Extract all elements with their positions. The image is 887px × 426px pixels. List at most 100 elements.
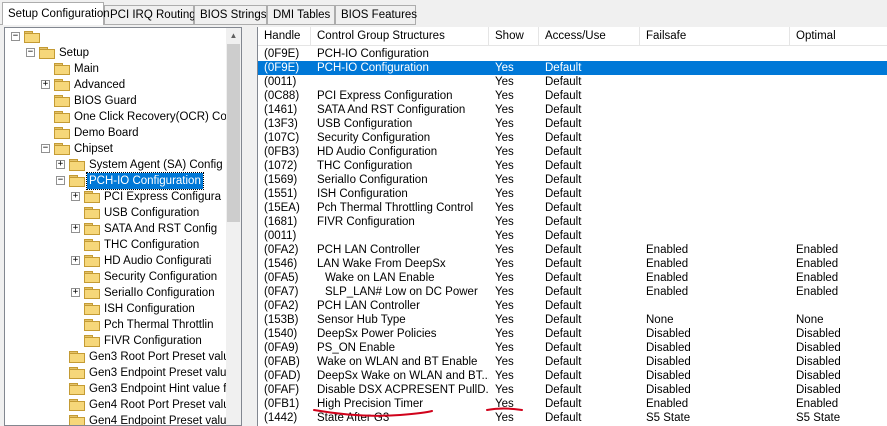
grid-row[interactable]: (1546) LAN Wake From DeepSx Yes Default Enab… xyxy=(258,257,887,271)
column-header-control-group-structures[interactable]: Control Group Structures xyxy=(311,27,489,45)
grid-row[interactable]: (107C) Security Configuration Yes Default xyxy=(258,131,887,145)
tree-node-label[interactable]: PCI Express Configura xyxy=(102,189,223,205)
tree-node-label[interactable]: FIVR Configuration xyxy=(102,333,204,349)
grid-row[interactable]: (153B) Sensor Hub Type Yes Default None None xyxy=(258,313,887,327)
tree-node-label[interactable]: Advanced xyxy=(72,77,127,93)
tree-node[interactable]: Gen3 Endpoint Preset value xyxy=(5,365,228,381)
grid-row[interactable]: (0FB1) High Precision Timer Yes Default Enab… xyxy=(258,397,887,411)
expand-icon[interactable]: + xyxy=(71,224,80,233)
tree-node[interactable]: − xyxy=(5,29,228,45)
tree-node[interactable]: ISH Configuration xyxy=(5,301,228,317)
tree-node-label[interactable]: Gen3 Root Port Preset value xyxy=(87,349,228,365)
grid-row[interactable]: (13F3) USB Configuration Yes Default xyxy=(258,117,887,131)
tree-node[interactable]: − PCH-IO Configuration xyxy=(5,172,228,190)
column-header-show[interactable]: Show xyxy=(489,27,539,45)
tree-node-label[interactable]: Main xyxy=(72,61,101,77)
tree-node-label[interactable]: One Click Recovery(OCR) Co xyxy=(72,109,228,125)
control-group-grid[interactable]: Handle Control Group Structures Show Acc… xyxy=(257,27,887,426)
tree-node[interactable]: Gen4 Endpoint Preset value xyxy=(5,413,228,425)
grid-row[interactable]: (15EA) Pch Thermal Throttling Control Yes D… xyxy=(258,201,887,215)
tree-node[interactable]: Main xyxy=(5,61,228,77)
grid-row[interactable]: (0FA7) SLP_LAN# Low on DC Power Yes Default… xyxy=(258,285,887,299)
column-header-handle[interactable]: Handle xyxy=(258,27,311,45)
tab-pci-irq-routing[interactable]: PCI IRQ Routing xyxy=(104,5,196,24)
tab-dmi-tables[interactable]: DMI Tables xyxy=(267,5,335,24)
tree-node[interactable]: Gen3 Root Port Preset value xyxy=(5,349,228,365)
tree-vertical-scrollbar[interactable]: ▲ xyxy=(226,28,241,425)
expand-icon[interactable]: + xyxy=(56,160,65,169)
grid-row[interactable]: (0FA2) PCH LAN Controller Yes Default Enable… xyxy=(258,243,887,257)
grid-row[interactable]: (1461) SATA And RST Configuration Yes Defau… xyxy=(258,103,887,117)
tree-node[interactable]: − Chipset xyxy=(5,141,228,157)
grid-row[interactable]: (1551) ISH Configuration Yes Default xyxy=(258,187,887,201)
tree-node[interactable]: + Advanced xyxy=(5,77,228,93)
grid-row[interactable]: (0C88) PCI Express Configuration Yes Defaul… xyxy=(258,89,887,103)
grid-row[interactable]: (0F9E) PCH-IO Configuration Yes Default xyxy=(258,61,887,75)
tree-node-label[interactable]: THC Configuration xyxy=(102,237,201,253)
tree-node-label[interactable]: Demo Board xyxy=(72,125,141,141)
tab-setup-configuration[interactable]: Setup Configuration xyxy=(2,2,110,25)
grid-row[interactable]: (0FA5) Wake on LAN Enable Yes Default Enable… xyxy=(258,271,887,285)
tree-node-label[interactable]: Chipset xyxy=(72,141,115,157)
tree-node[interactable]: + SerialIo Configuration xyxy=(5,285,228,301)
grid-row[interactable]: (0011) Yes Default xyxy=(258,229,887,243)
grid-row[interactable]: (1569) SerialIo Configuration Yes Default xyxy=(258,173,887,187)
collapse-icon[interactable]: − xyxy=(26,48,35,57)
tree-node[interactable]: Gen3 Endpoint Hint value for xyxy=(5,381,228,397)
scroll-up-icon[interactable]: ▲ xyxy=(226,28,241,43)
tree-node[interactable]: THC Configuration xyxy=(5,237,228,253)
tree-node-label[interactable]: BIOS Guard xyxy=(72,93,139,109)
collapse-icon[interactable]: − xyxy=(41,144,50,153)
tree-node[interactable]: Demo Board xyxy=(5,125,228,141)
tab-bios-strings[interactable]: BIOS Strings xyxy=(194,5,267,24)
tree-node-label[interactable]: USB Configuration xyxy=(102,205,201,221)
grid-row[interactable]: (0FAD) DeepSx Wake on WLAN and BT... Yes De… xyxy=(258,369,887,383)
tree-node-label[interactable]: Gen3 Endpoint Hint value for xyxy=(87,381,228,397)
tree-node-label[interactable]: Gen3 Endpoint Preset value xyxy=(87,365,228,381)
tree-node-label[interactable]: ISH Configuration xyxy=(102,301,197,317)
tree-node-label[interactable]: SerialIo Configuration xyxy=(102,285,217,301)
expand-icon[interactable]: + xyxy=(71,256,80,265)
tree-node[interactable]: + System Agent (SA) Config xyxy=(5,157,228,173)
grid-row[interactable]: (1681) FIVR Configuration Yes Default xyxy=(258,215,887,229)
tree-node[interactable]: Security Configuration xyxy=(5,269,228,285)
grid-row[interactable]: (0FA2) PCH LAN Controller Yes Default xyxy=(258,299,887,313)
column-header-failsafe[interactable]: Failsafe xyxy=(640,27,790,45)
tree-node[interactable]: − Setup xyxy=(5,45,228,61)
grid-row[interactable]: (0011) Yes Default xyxy=(258,75,887,89)
expand-icon[interactable]: + xyxy=(41,80,50,89)
tree-node-label[interactable]: Gen4 Root Port Preset value xyxy=(87,397,228,413)
tree-node[interactable]: + HD Audio Configurati xyxy=(5,253,228,269)
tree-node[interactable]: FIVR Configuration xyxy=(5,333,228,349)
tree-node[interactable]: USB Configuration xyxy=(5,205,228,221)
tree-node-label[interactable]: Pch Thermal Throttlin xyxy=(102,317,216,333)
tree-node[interactable]: + SATA And RST Config xyxy=(5,221,228,237)
expand-icon[interactable]: + xyxy=(71,288,80,297)
grid-row[interactable]: (0FAB) Wake on WLAN and BT Enable Yes Defau… xyxy=(258,355,887,369)
grid-row[interactable]: (1442) State After G3 Yes Default S5 State S5… xyxy=(258,411,887,425)
tree-node-label[interactable]: SATA And RST Config xyxy=(102,221,219,237)
tree-node-label[interactable]: PCH-IO Configuration xyxy=(86,172,204,190)
scrollbar-thumb[interactable] xyxy=(227,44,240,222)
grid-row[interactable]: (0F9E) PCH-IO Configuration xyxy=(258,47,887,61)
tree-node-label[interactable]: System Agent (SA) Config xyxy=(87,157,225,173)
grid-row[interactable]: (1540) DeepSx Power Policies Yes Default Dis… xyxy=(258,327,887,341)
tree-node[interactable]: Pch Thermal Throttlin xyxy=(5,317,228,333)
column-header-optimal[interactable]: Optimal xyxy=(790,27,887,45)
tree-node-label[interactable]: HD Audio Configurati xyxy=(102,253,213,269)
tree-node-label[interactable]: Setup xyxy=(57,45,91,61)
collapse-icon[interactable]: − xyxy=(11,32,20,41)
grid-row[interactable]: (0FAF) Disable DSX ACPRESENT PullD... Yes D… xyxy=(258,383,887,397)
tree-node-label[interactable]: Security Configuration xyxy=(102,269,219,285)
grid-row[interactable]: (0FB3) HD Audio Configuration Yes Default xyxy=(258,145,887,159)
setup-tree[interactable]: − − Setup Main + Advanced BIOS Guard One Click … xyxy=(5,28,228,425)
grid-row[interactable]: (1072) THC Configuration Yes Default xyxy=(258,159,887,173)
tree-node[interactable]: One Click Recovery(OCR) Co xyxy=(5,109,228,125)
collapse-icon[interactable]: − xyxy=(56,176,65,185)
column-header-access-use[interactable]: Access/Use xyxy=(539,27,640,45)
tab-bios-features[interactable]: BIOS Features xyxy=(335,5,417,24)
tree-node[interactable]: Gen4 Root Port Preset value xyxy=(5,397,228,413)
tree-node[interactable]: BIOS Guard xyxy=(5,93,228,109)
tree-node[interactable]: + PCI Express Configura xyxy=(5,189,228,205)
grid-row[interactable]: (0FA9) PS_ON Enable Yes Default Disabled Disa… xyxy=(258,341,887,355)
